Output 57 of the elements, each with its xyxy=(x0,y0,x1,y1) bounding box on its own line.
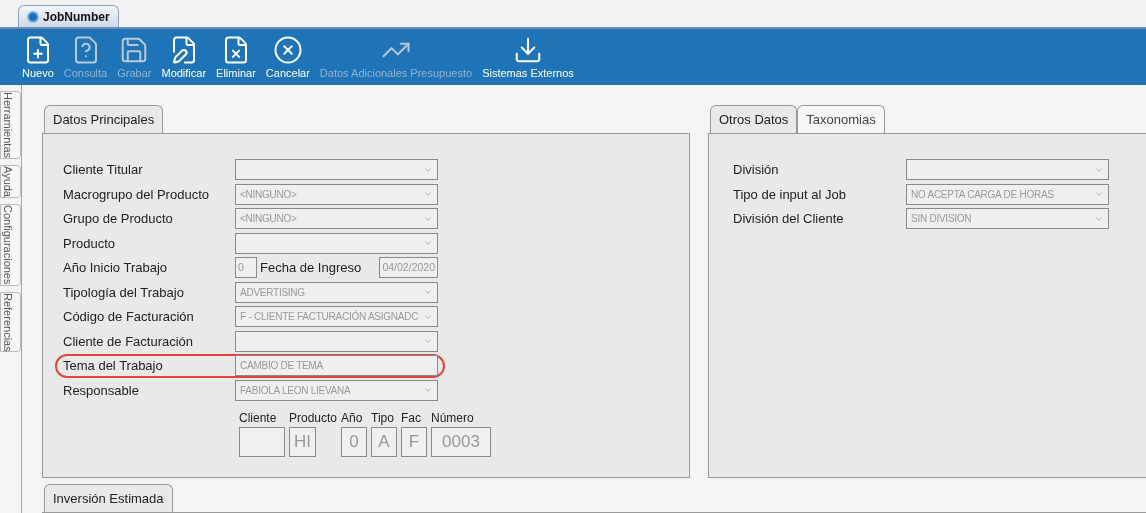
code-label: Fac xyxy=(401,409,422,427)
code-field[interactable]: 0003 xyxy=(431,426,492,457)
code-field[interactable]: F xyxy=(401,426,428,457)
code-field[interactable]: A xyxy=(371,426,398,457)
field-label: Código de Facturación xyxy=(63,308,195,326)
text-field[interactable]: CAMBIO DE TEMA xyxy=(235,355,438,377)
document-tab[interactable]: JobNumber xyxy=(18,5,119,27)
panel-tab[interactable]: Otros Datos xyxy=(710,105,798,134)
code-label: Número xyxy=(431,409,474,427)
toolbar-icon xyxy=(272,34,303,65)
field-label: Cliente de Facturación xyxy=(63,332,195,351)
toolbar-button[interactable]: Modificar xyxy=(159,34,209,81)
dropdown-field[interactable]: <NINGUNO> xyxy=(235,208,438,230)
panel-tab[interactable]: Taxonomias xyxy=(797,105,885,134)
toolbar-button[interactable]: Sistemas Externos xyxy=(480,34,576,81)
year-field[interactable]: 0 xyxy=(235,257,257,279)
side-tab[interactable]: Configuraciones xyxy=(0,204,21,286)
side-tab[interactable]: Referencias xyxy=(0,291,21,353)
field-label: Macrogrupo del Producto xyxy=(63,185,210,204)
dropdown-field[interactable]: SIN DIVISION xyxy=(906,208,1109,230)
dropdown-field[interactable]: F - CLIENTE FACTURACIÓN ASIGNADC xyxy=(235,306,438,328)
toolbar-button[interactable]: Cancelar xyxy=(263,34,312,81)
dropdown-field[interactable] xyxy=(235,330,438,352)
field-label: Año Inicio Trabajo xyxy=(63,259,169,277)
toolbar-button[interactable]: Eliminar xyxy=(214,34,258,81)
code-field[interactable] xyxy=(239,426,285,457)
date-field[interactable]: 04/02/2020 xyxy=(379,257,438,279)
code-label: Cliente xyxy=(239,409,277,427)
dropdown-field[interactable] xyxy=(235,232,438,254)
dropdown-field[interactable]: <NINGUNO> xyxy=(235,183,438,205)
side-tab[interactable]: Ayuda xyxy=(0,165,21,199)
panel-tab[interactable]: Datos Principales xyxy=(44,105,164,134)
field-label: Tema del Trabajo xyxy=(63,357,164,375)
field-label: División xyxy=(733,161,780,179)
dropdown-field[interactable]: ADVERTISING xyxy=(235,281,438,303)
field-label: Tipo de input al Job xyxy=(733,185,847,204)
code-label: Año xyxy=(341,409,363,427)
field-label: Tipología del Trabajo xyxy=(63,283,185,302)
field-label: Grupo de Producto xyxy=(63,210,174,228)
dropdown-field[interactable]: FABIOLA LEON LIEVANA xyxy=(235,379,438,401)
dropdown-field[interactable] xyxy=(906,159,1109,181)
dropdown-field[interactable] xyxy=(235,159,438,181)
document-tab-title: JobNumber xyxy=(43,8,110,26)
field-label: Cliente Titular xyxy=(63,161,144,179)
code-field[interactable]: 0 xyxy=(341,426,368,457)
code-label: Tipo xyxy=(371,409,394,427)
field-label: Producto xyxy=(63,234,117,253)
toolbar-button[interactable]: Nuevo xyxy=(20,34,56,81)
field-label: División del Cliente xyxy=(733,210,845,228)
code-field[interactable]: HI xyxy=(289,426,316,457)
field-label: Fecha de Ingreso xyxy=(259,259,363,277)
field-label: Responsable xyxy=(63,381,140,400)
code-label: Producto xyxy=(289,409,338,427)
panel-tab[interactable]: Inversión Estimada xyxy=(44,484,173,513)
app-logo-icon xyxy=(27,10,39,23)
side-tab[interactable]: Herramientas xyxy=(0,91,21,160)
dropdown-field[interactable]: NO ACEPTA CARGA DE HORAS xyxy=(906,183,1109,205)
